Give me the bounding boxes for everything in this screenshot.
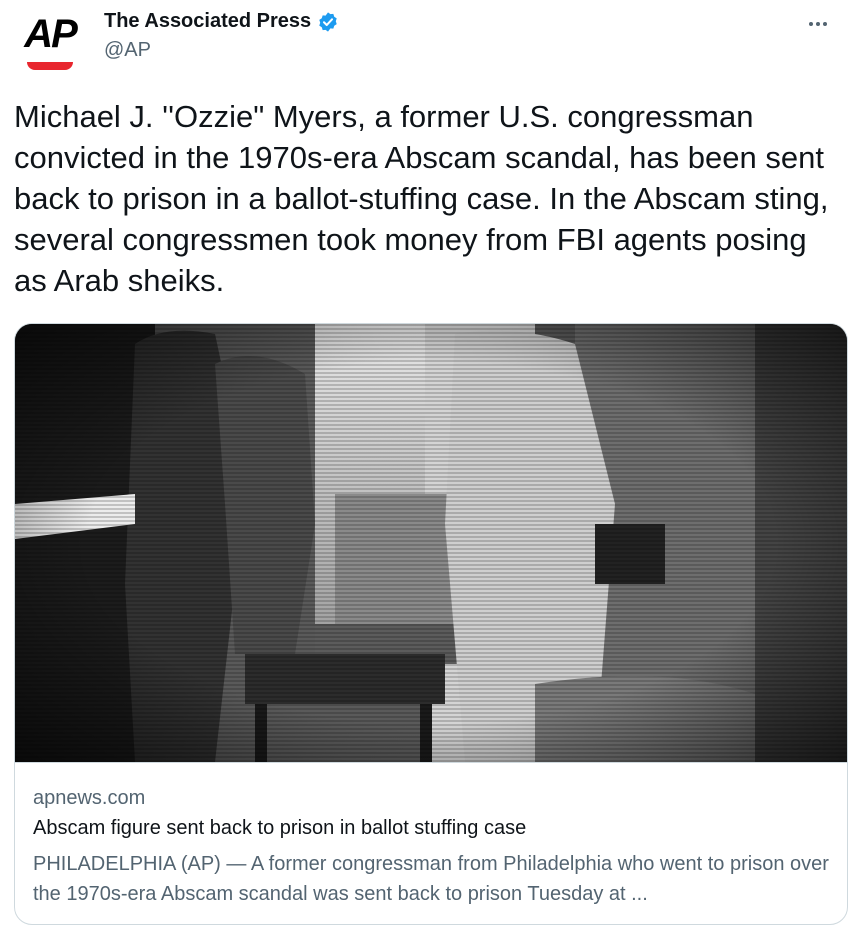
card-title[interactable]: Abscam figure sent back to prison in bal… [33,817,526,840]
card-body[interactable]: apnews.com Abscam figure sent back to pr… [15,762,847,924]
surveillance-photo [15,324,847,762]
card-description: PHILADELPHIA (AP) — A former congressman… [33,853,829,905]
handle[interactable]: @AP [104,39,339,62]
card-image[interactable] [15,324,847,762]
ap-logo-bar [27,62,73,70]
verified-badge-icon [319,11,337,32]
tweet: AP The Associated Press @AP Michael J. '… [0,0,855,936]
author-info: The Associated Press @AP [104,10,339,62]
tweet-header: AP The Associated Press @AP [16,8,843,78]
card-domain: apnews.com [33,787,146,809]
more-horizontal-icon[interactable] [803,12,833,36]
name-row: The Associated Press [104,10,339,33]
avatar[interactable]: AP [18,12,82,76]
display-name[interactable]: The Associated Press [104,10,311,33]
tweet-text: Michael J. ''Ozzie" Myers, a former U.S.… [14,99,829,298]
ap-logo: AP [24,12,78,56]
link-card[interactable]: apnews.com Abscam figure sent back to pr… [14,323,848,925]
